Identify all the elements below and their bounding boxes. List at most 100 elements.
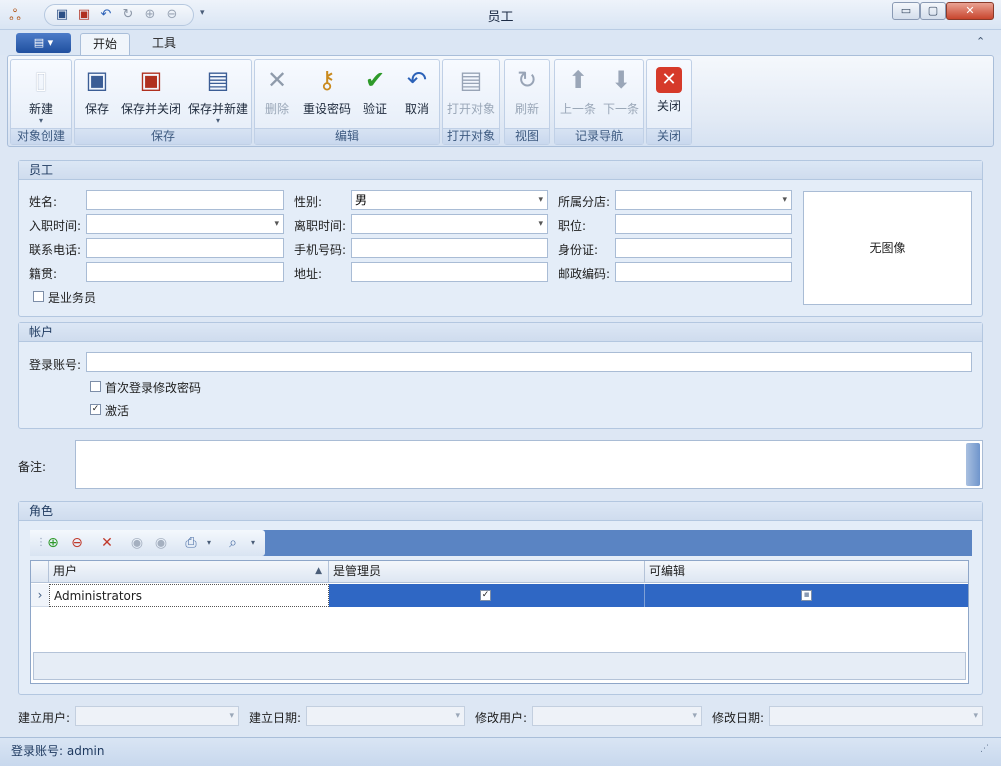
delete-icon[interactable]: ✕ — [98, 534, 116, 552]
change-password-label: 首次登录修改密码 — [105, 381, 202, 395]
chevron-down-icon[interactable]: ▾ — [244, 534, 262, 552]
is-salesman-label: 是业务员 — [48, 291, 97, 305]
phone-input[interactable] — [86, 238, 284, 258]
refresh-icon: ↻ — [516, 66, 538, 94]
ribbon-group-create: ▯ 新建 ▾ 对象创建 — [10, 59, 72, 145]
ribbon-group-nav: ⬆ 上一条 ⬇ 下一条 记录导航 — [554, 59, 644, 145]
search-icon[interactable]: ⌕ — [224, 534, 242, 552]
ribbon-group-label: 编辑 — [255, 128, 439, 144]
name-input[interactable] — [86, 190, 284, 210]
delete-button[interactable]: ✕ 删除 — [257, 64, 297, 117]
status-login-text: 登录账号: admin — [11, 744, 105, 758]
app-menu-button[interactable]: ▤ ▾ — [16, 33, 71, 53]
key-icon: ⚷ — [318, 66, 336, 94]
mobile-input[interactable] — [351, 238, 548, 258]
arrow-down-icon[interactable]: ◉ — [152, 534, 170, 552]
native-place-label: 籍贯: — [29, 267, 58, 281]
validate-button[interactable]: ✔ 验证 — [355, 64, 395, 117]
dropdown-arrow-icon: ▾ — [215, 116, 220, 125]
name-label: 姓名: — [29, 195, 58, 209]
change-password-checkbox[interactable] — [90, 381, 101, 392]
add-row-icon[interactable]: ⊕ — [44, 534, 62, 552]
window-title: 员工 — [487, 10, 514, 25]
id-card-input[interactable] — [615, 238, 792, 258]
remove-row-icon[interactable]: ⊖ — [68, 534, 86, 552]
print-icon[interactable]: ⎙ — [182, 534, 200, 552]
ribbon-group-close: ✕ 关闭 关闭 — [646, 59, 692, 145]
modified-user-select[interactable] — [532, 706, 702, 726]
remark-textarea[interactable] — [75, 440, 983, 489]
roles-grid: 用户 ▲ 是管理员 可编辑 › Administrators ✓ ▪ — [30, 560, 969, 684]
position-input[interactable] — [615, 214, 792, 234]
ribbon-group-open: ▤ 打开对象 打开对象 — [442, 59, 500, 145]
delete-icon: ✕ — [266, 66, 288, 94]
is-admin-checkbox[interactable]: ✓ — [480, 590, 491, 601]
created-date-picker[interactable] — [306, 706, 465, 726]
modified-date-label: 修改日期: — [712, 711, 765, 725]
close-window-button[interactable]: ✕ — [946, 2, 994, 20]
table-row-editable-cell[interactable]: ▪ — [645, 584, 968, 607]
grid-footer — [33, 652, 966, 680]
join-date-picker[interactable] — [86, 214, 284, 234]
save-button[interactable]: ▣ 保存 — [77, 64, 117, 117]
new-document-icon: ▯ — [34, 66, 48, 94]
chevron-down-icon[interactable]: ▾ — [200, 534, 218, 552]
ribbon-group-label: 视图 — [505, 128, 549, 144]
ribbon-collapse-icon[interactable]: ⌃ — [976, 35, 985, 48]
arrow-up-icon[interactable]: ◉ — [128, 534, 146, 552]
row-indicator-header — [31, 561, 49, 583]
cancel-button[interactable]: ↶ 取消 — [397, 64, 437, 117]
close-button[interactable]: ✕ 关闭 — [647, 64, 691, 114]
new-button[interactable]: ▯ 新建 ▾ — [11, 64, 71, 125]
column-header-editable[interactable]: 可编辑 — [645, 561, 968, 583]
active-checkbox[interactable]: ✓ — [90, 404, 101, 415]
native-place-input[interactable] — [86, 262, 284, 282]
leave-date-picker[interactable] — [351, 214, 548, 234]
account-panel: 帐户 — [18, 322, 983, 429]
reset-password-button[interactable]: ⚷ 重设密码 — [299, 64, 355, 117]
save-close-icon: ▣ — [139, 66, 163, 94]
tab-tools[interactable]: 工具 — [140, 33, 190, 55]
editable-checkbox[interactable]: ▪ — [801, 590, 812, 601]
table-row-is-admin-cell[interactable]: ✓ — [329, 584, 645, 607]
address-input[interactable] — [351, 262, 548, 282]
address-label: 地址: — [294, 267, 323, 281]
table-row-user-cell[interactable]: Administrators — [49, 584, 329, 607]
created-user-select[interactable] — [75, 706, 239, 726]
phone-label: 联系电话: — [29, 243, 82, 257]
open-object-button[interactable]: ▤ 打开对象 — [443, 64, 499, 117]
gender-select[interactable]: 男 — [351, 190, 548, 210]
ribbon-group-label: 对象创建 — [11, 128, 71, 144]
ribbon-group-edit: ✕ 删除 ⚷ 重设密码 ✔ 验证 ↶ 取消 编辑 — [254, 59, 440, 145]
leave-date-label: 离职时间: — [294, 219, 347, 233]
minimize-button[interactable]: ▭ — [892, 2, 920, 20]
postcode-input[interactable] — [615, 262, 792, 282]
remark-label: 备注: — [18, 460, 47, 474]
column-header-is-admin[interactable]: 是管理员 — [329, 561, 645, 583]
dropdown-arrow-icon: ▾ — [38, 116, 43, 125]
active-label: 激活 — [105, 404, 130, 418]
photo-box[interactable]: 无图像 — [803, 191, 972, 305]
scrollbar[interactable] — [966, 443, 980, 486]
row-indicator-icon: › — [31, 584, 49, 607]
column-header-user[interactable]: 用户 ▲ — [49, 561, 329, 583]
next-record-button[interactable]: ⬇ 下一条 — [600, 64, 642, 117]
save-close-button[interactable]: ▣ 保存并关闭 — [119, 64, 183, 117]
modified-date-picker[interactable] — [769, 706, 983, 726]
check-icon: ✔ — [364, 66, 386, 94]
grid-toolbar-buttons: ⋮ ⊕ ⊖ ✕ ◉ ◉ ⎙ ▾ ⌕ ▾ — [30, 530, 265, 556]
resize-grip-icon[interactable]: ⋰ — [980, 744, 989, 754]
save-new-button[interactable]: ▤ 保存并新建 ▾ — [185, 64, 251, 125]
postcode-label: 邮政编码: — [558, 267, 611, 281]
login-account-input[interactable] — [86, 352, 972, 372]
is-salesman-checkbox[interactable] — [33, 291, 44, 302]
maximize-button[interactable]: ▢ — [920, 2, 946, 20]
prev-record-button[interactable]: ⬆ 上一条 — [557, 64, 599, 117]
undo-icon: ↶ — [406, 66, 428, 94]
branch-select[interactable] — [615, 190, 792, 210]
ribbon-group-label: 打开对象 — [443, 128, 499, 144]
modified-user-label: 修改用户: — [475, 711, 528, 725]
refresh-button[interactable]: ↻ 刷新 — [505, 64, 549, 117]
tab-start[interactable]: 开始 — [80, 33, 130, 55]
sort-ascending-icon: ▲ — [315, 566, 322, 576]
